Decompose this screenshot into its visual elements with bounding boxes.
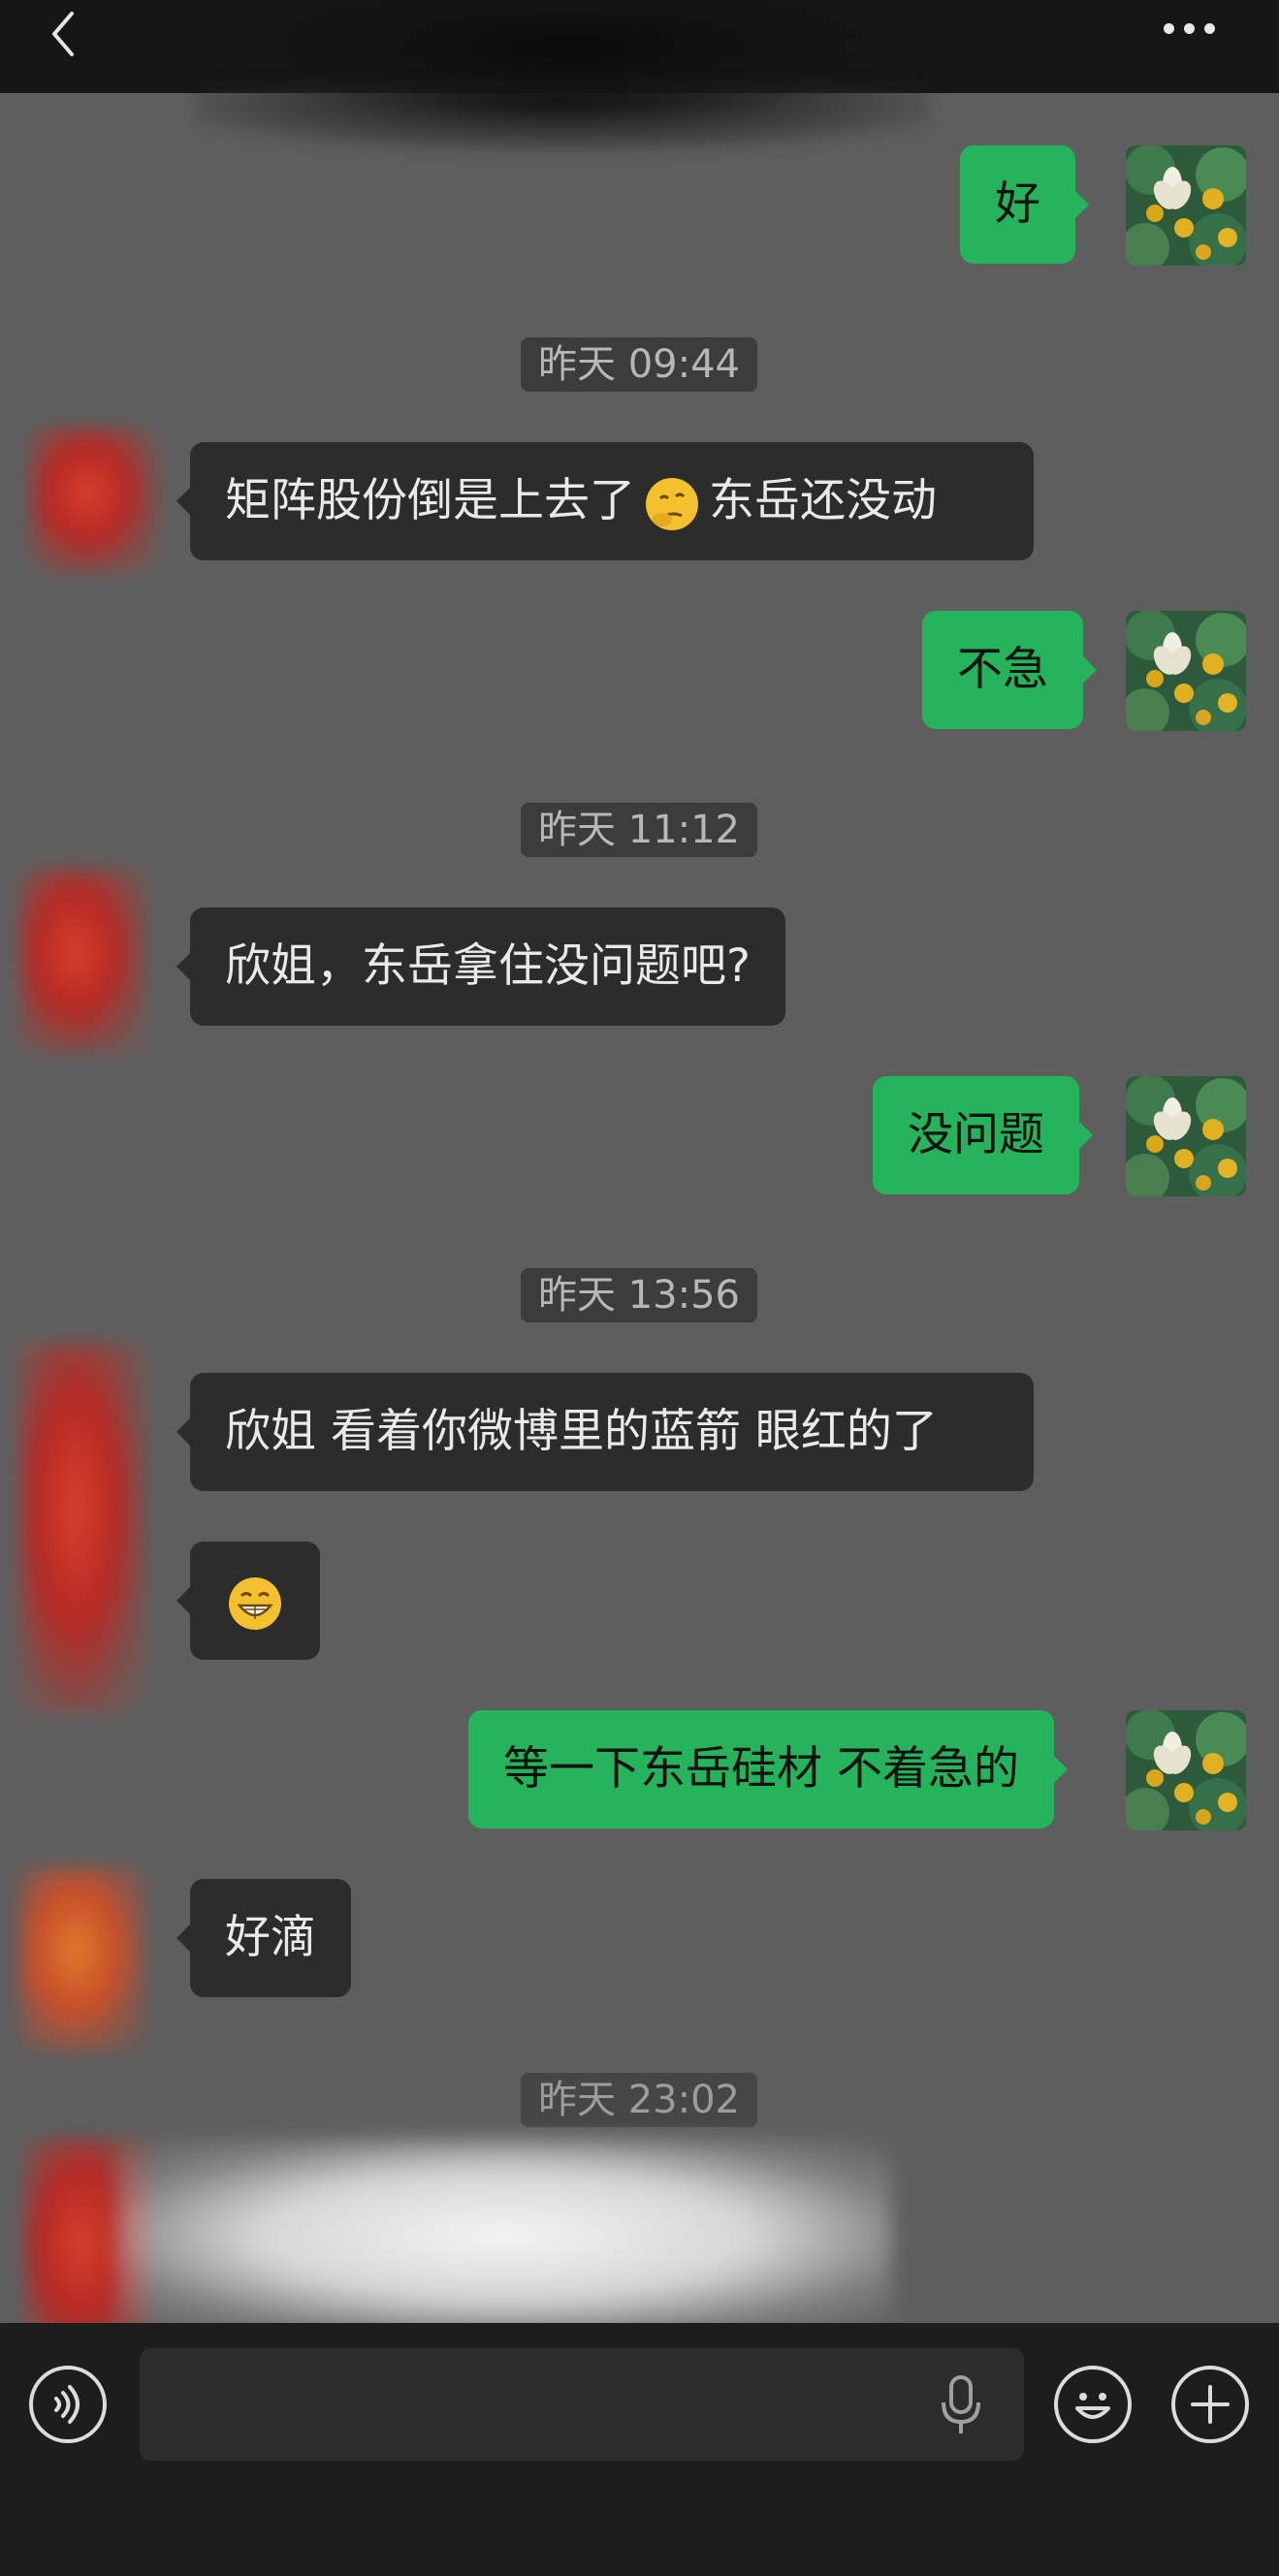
emoji-icon bbox=[1075, 2393, 1110, 2419]
message-bubble-received[interactable]: 欣姐 看着你微博里的蓝箭 眼红的了 bbox=[176, 1373, 1034, 1491]
dot bbox=[1184, 23, 1195, 34]
emoji-button[interactable] bbox=[1054, 2366, 1132, 2443]
message-text: 等一下东岳硅材 不着急的 bbox=[503, 1742, 1019, 1796]
contact-avatar-redacted[interactable] bbox=[19, 1867, 145, 2051]
chat-header bbox=[0, 0, 1279, 116]
chat-input-bar bbox=[0, 2323, 1279, 2576]
microphone-icon[interactable] bbox=[937, 2373, 985, 2437]
message-bubble-sent[interactable]: 不急 bbox=[922, 611, 1097, 729]
lotus-avatar-image bbox=[1126, 1076, 1246, 1196]
timestamp: 昨天 13:56 bbox=[521, 1268, 757, 1322]
message-text: 好 bbox=[995, 177, 1040, 231]
message-bubble-received[interactable]: 欣姐，东岳拿住没问题吧? bbox=[176, 907, 785, 1026]
redacted-message bbox=[116, 2139, 892, 2333]
my-avatar[interactable] bbox=[1126, 1076, 1246, 1196]
my-avatar[interactable] bbox=[1126, 1710, 1246, 1830]
message-text: 东岳还没动 bbox=[709, 474, 937, 527]
message-text: 没问题 bbox=[908, 1108, 1044, 1161]
thinking-face-icon bbox=[646, 477, 698, 530]
message-bubble-received[interactable] bbox=[176, 1542, 320, 1660]
lotus-avatar-image bbox=[1126, 611, 1246, 731]
message-text: 好滴 bbox=[225, 1911, 316, 1964]
message-text: 欣姐 看着你微博里的蓝箭 眼红的了 bbox=[225, 1405, 938, 1458]
message-text: 矩阵股份倒是上去了 bbox=[225, 474, 635, 527]
message-bubble-sent[interactable]: 好 bbox=[960, 145, 1089, 264]
message-bubble-received[interactable]: 矩阵股份倒是上去了 东岳还没动 bbox=[176, 442, 1034, 560]
voice-mode-button[interactable] bbox=[29, 2366, 107, 2443]
contact-avatar-redacted[interactable] bbox=[31, 428, 157, 573]
message-bubble-sent[interactable]: 没问题 bbox=[873, 1076, 1093, 1194]
more-options-button[interactable] bbox=[1164, 19, 1231, 39]
dot bbox=[1164, 23, 1174, 34]
contact-avatar-redacted[interactable] bbox=[19, 1344, 145, 1712]
lotus-avatar-image bbox=[1126, 145, 1246, 266]
timestamp: 昨天 09:44 bbox=[521, 337, 757, 392]
contact-avatar-redacted[interactable] bbox=[19, 869, 145, 1053]
message-bubble-sent[interactable]: 等一下东岳硅材 不着急的 bbox=[468, 1710, 1068, 1829]
message-text: 欣姐，东岳拿住没问题吧? bbox=[225, 939, 751, 993]
voice-mode-icon bbox=[54, 2385, 80, 2424]
timestamp: 昨天 23:02 bbox=[521, 2073, 757, 2127]
message-bubble-received[interactable]: 好滴 bbox=[176, 1879, 351, 1997]
chevron-left-icon bbox=[52, 12, 74, 56]
plus-icon bbox=[1191, 2385, 1230, 2424]
lotus-avatar-image bbox=[1126, 1710, 1246, 1830]
message-input[interactable] bbox=[140, 2348, 1024, 2461]
chat-message-list[interactable]: 好 昨天 09:44 矩阵股份倒是上去了 东岳还没动 不急 昨天 11:12 欣… bbox=[0, 83, 1279, 2371]
message-text: 不急 bbox=[957, 643, 1048, 696]
my-avatar[interactable] bbox=[1126, 611, 1246, 731]
grinning-face-icon bbox=[229, 1576, 281, 1630]
timestamp: 昨天 11:12 bbox=[521, 803, 757, 857]
back-button[interactable] bbox=[43, 10, 91, 58]
redacted-overflow bbox=[194, 83, 931, 151]
more-functions-button[interactable] bbox=[1171, 2366, 1249, 2443]
dot bbox=[1204, 23, 1215, 34]
my-avatar[interactable] bbox=[1126, 145, 1246, 266]
